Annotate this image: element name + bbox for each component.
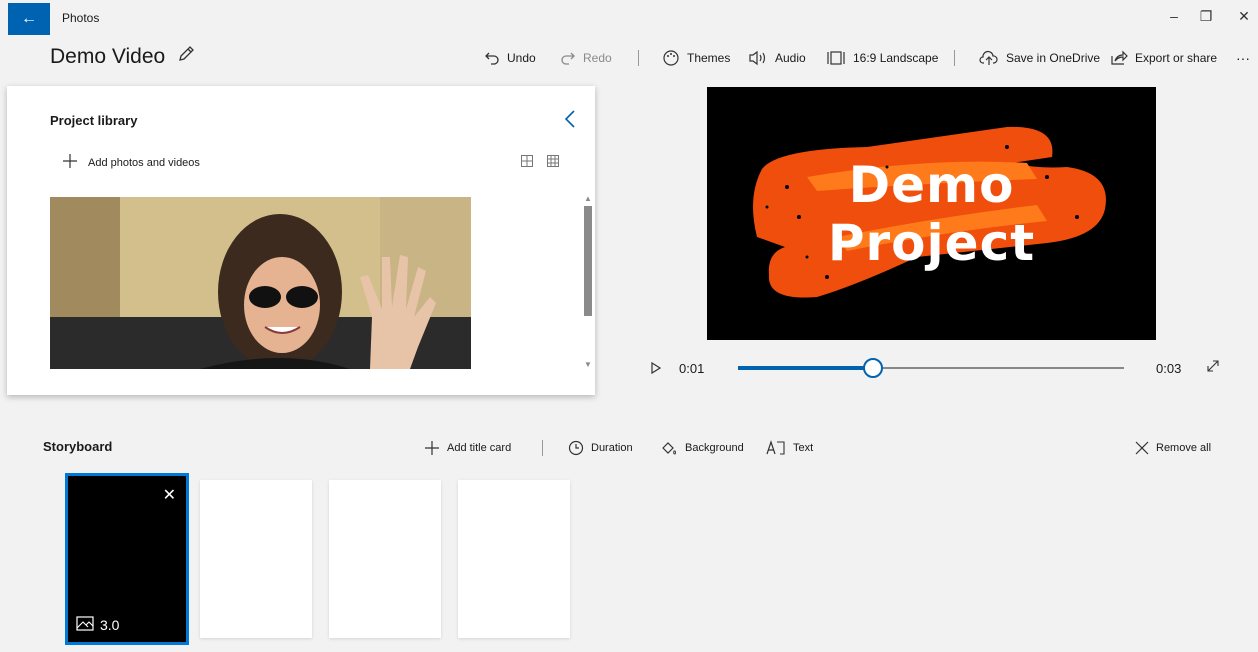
save-onedrive-label: Save in OneDrive: [1006, 51, 1101, 65]
play-icon[interactable]: [650, 361, 662, 378]
scroll-thumb[interactable]: [584, 206, 592, 316]
themes-button[interactable]: Themes: [662, 46, 730, 70]
more-options-button[interactable]: ···: [1236, 46, 1250, 70]
grid-small-icon[interactable]: [547, 154, 559, 172]
text-label: Text: [793, 442, 814, 454]
redo-icon: [560, 50, 576, 66]
speaker-icon: [748, 50, 768, 66]
add-photos-label: Add photos and videos: [88, 156, 200, 169]
storyboard-card[interactable]: ✕ 3.0: [65, 473, 189, 645]
toolbar-divider: [638, 50, 639, 66]
view-toggle: [521, 154, 559, 172]
duration-label: Duration: [591, 442, 633, 454]
title-line-2: Project: [827, 213, 1036, 272]
themes-label: Themes: [687, 51, 731, 65]
grid-large-icon[interactable]: [521, 154, 533, 172]
aspect-ratio-icon: [826, 50, 846, 66]
export-share-label: Export or share: [1135, 51, 1218, 65]
background-button[interactable]: Background: [660, 436, 744, 460]
toolbar-divider: [542, 440, 543, 456]
plus-icon: [424, 440, 440, 456]
scroll-up-icon[interactable]: ▲: [584, 194, 592, 203]
text-box-icon: [766, 440, 786, 456]
background-label: Background: [685, 442, 744, 454]
project-library-panel: Project library Add photos and videos ▲ …: [7, 86, 595, 395]
seek-slider[interactable]: [738, 358, 1124, 378]
chevron-left-icon[interactable]: [563, 108, 577, 136]
share-icon: [1110, 50, 1128, 66]
export-share-button[interactable]: Export or share: [1110, 46, 1217, 70]
audio-label: Audio: [775, 51, 806, 65]
restore-button[interactable]: ❐: [1194, 8, 1218, 25]
more-icon: ···: [1236, 50, 1250, 66]
seek-progress: [738, 366, 874, 370]
library-video-thumbnail[interactable]: [50, 197, 471, 369]
current-time: 0:01: [679, 361, 705, 376]
main-toolbar: Undo Redo Themes Audio 16:9 Landscape Sa…: [0, 46, 1258, 70]
plus-icon: [62, 153, 78, 172]
undo-button[interactable]: Undo: [484, 46, 536, 70]
storyboard-card-empty[interactable]: [458, 480, 570, 638]
app-name: Photos: [62, 11, 100, 25]
add-title-card-button[interactable]: Add title card: [424, 436, 511, 460]
title-bar: ← Photos – ❐ ✕: [0, 0, 1258, 36]
redo-button[interactable]: Redo: [560, 46, 612, 70]
preview-title-text: Demo Project: [707, 87, 1156, 340]
undo-label: Undo: [507, 51, 536, 65]
undo-icon: [484, 50, 500, 66]
toolbar-divider: [954, 50, 955, 66]
end-time: 0:03: [1156, 361, 1182, 376]
back-arrow-icon: ←: [21, 10, 37, 27]
palette-icon: [662, 49, 680, 67]
storyboard-card-empty[interactable]: [329, 480, 441, 638]
card-duration-value: 3.0: [100, 617, 120, 633]
aspect-ratio-label: 16:9 Landscape: [853, 51, 939, 65]
remove-all-button[interactable]: Remove all: [1135, 436, 1211, 460]
close-button[interactable]: ✕: [1232, 8, 1256, 25]
save-onedrive-button[interactable]: Save in OneDrive: [979, 46, 1100, 70]
minimize-button[interactable]: –: [1162, 8, 1186, 24]
text-button[interactable]: Text: [766, 436, 813, 460]
seek-thumb[interactable]: [863, 358, 884, 378]
audio-button[interactable]: Audio: [748, 46, 806, 70]
card-duration: 3.0: [76, 616, 119, 634]
playback-controls: 0:01 0:03: [650, 357, 1230, 381]
library-scrollbar[interactable]: ▲ ▼: [582, 194, 594, 372]
expand-icon[interactable]: [1206, 359, 1220, 376]
cloud-upload-icon: [979, 50, 999, 66]
scroll-down-icon[interactable]: ▼: [584, 360, 592, 369]
close-icon: [1135, 441, 1149, 455]
back-button[interactable]: ←: [8, 3, 50, 35]
image-icon: [76, 616, 94, 634]
video-preview[interactable]: Demo Project: [707, 87, 1156, 340]
clock-icon: [568, 440, 584, 456]
close-icon[interactable]: ✕: [163, 485, 176, 505]
redo-label: Redo: [583, 51, 612, 65]
storyboard-toolbar: Add title card Duration Background Text …: [0, 436, 1258, 460]
add-title-card-label: Add title card: [447, 442, 512, 454]
add-photos-button[interactable]: Add photos and videos: [62, 153, 200, 172]
paint-bucket-icon: [660, 440, 678, 456]
remove-all-label: Remove all: [1156, 442, 1212, 454]
aspect-ratio-button[interactable]: 16:9 Landscape: [826, 46, 938, 70]
duration-button[interactable]: Duration: [568, 436, 633, 460]
library-title: Project library: [50, 113, 138, 128]
title-line-1: Demo: [848, 155, 1015, 214]
storyboard-card-empty[interactable]: [200, 480, 312, 638]
